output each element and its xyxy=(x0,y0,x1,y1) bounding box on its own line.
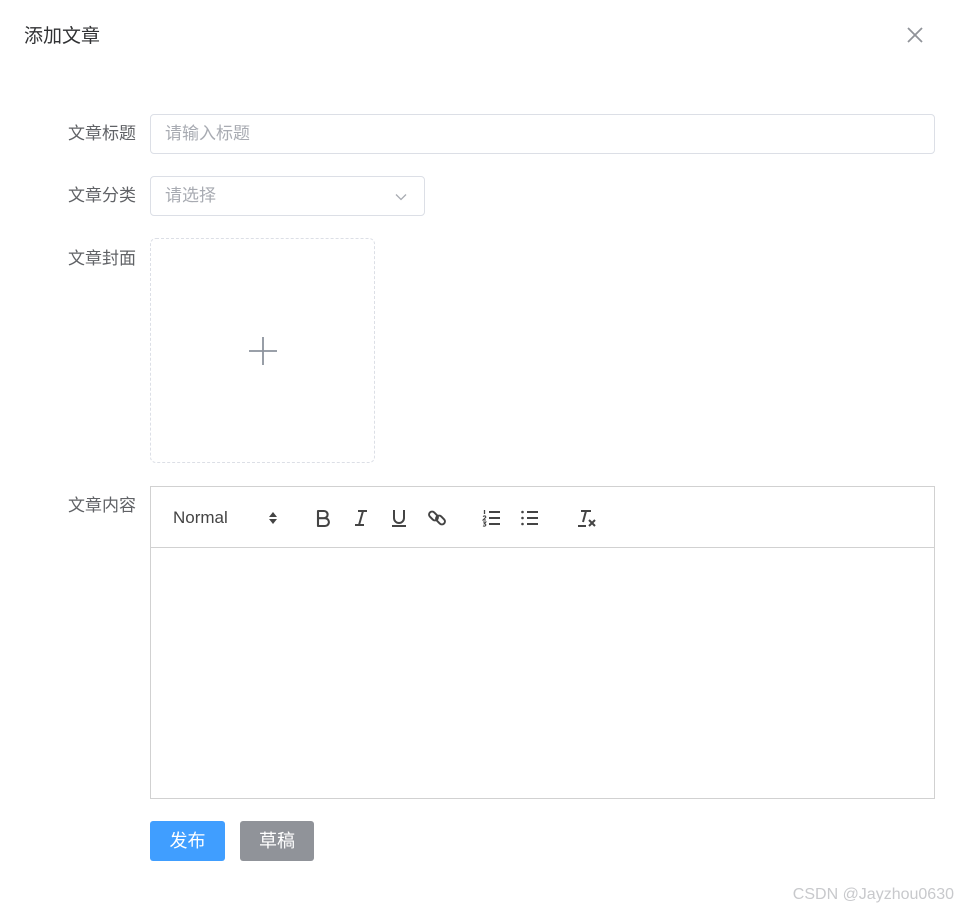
italic-button[interactable] xyxy=(351,508,371,528)
category-select-input[interactable] xyxy=(151,177,424,215)
clear-format-icon xyxy=(578,510,596,527)
bold-icon xyxy=(316,509,330,528)
header-picker[interactable]: Normal xyxy=(173,506,285,530)
clear-format-button[interactable] xyxy=(577,508,599,528)
sort-arrows-icon xyxy=(269,512,277,524)
title-label: 文章标题 xyxy=(68,124,136,144)
publish-button[interactable]: 发布 xyxy=(150,821,225,861)
watermark: CSDN @Jayzhou0630 xyxy=(792,886,954,903)
underline-button[interactable] xyxy=(389,508,409,528)
rich-text-editor: Normal xyxy=(150,486,935,799)
category-label: 文章分类 xyxy=(68,186,136,206)
ordered-list-icon xyxy=(481,510,500,527)
editor-content-area[interactable] xyxy=(151,548,934,798)
bold-button[interactable] xyxy=(313,508,333,528)
link-button[interactable] xyxy=(427,508,447,528)
add-article-dialog: 添加文章 文章标题 文章分类 文章封面 文章内容 Normal xyxy=(0,0,958,915)
italic-icon xyxy=(355,510,367,526)
plus-icon xyxy=(249,337,277,365)
header-picker-label: Normal xyxy=(173,508,228,527)
dialog-title: 添加文章 xyxy=(24,25,101,47)
title-input-wrapper xyxy=(150,114,935,154)
ordered-list-button[interactable] xyxy=(481,508,502,528)
bullet-list-button[interactable] xyxy=(520,508,540,528)
link-icon xyxy=(428,510,446,526)
cover-label: 文章封面 xyxy=(68,249,136,269)
chevron-down-icon xyxy=(395,194,407,201)
close-button[interactable] xyxy=(903,23,927,47)
bullet-list-icon xyxy=(521,510,538,526)
title-input[interactable] xyxy=(151,115,934,153)
category-select[interactable] xyxy=(150,176,425,216)
cover-uploader[interactable] xyxy=(150,238,375,463)
underline-icon xyxy=(392,510,406,527)
close-icon xyxy=(907,27,923,43)
content-label: 文章内容 xyxy=(68,496,136,516)
editor-toolbar: Normal xyxy=(151,487,934,548)
draft-button[interactable]: 草稿 xyxy=(240,821,314,861)
